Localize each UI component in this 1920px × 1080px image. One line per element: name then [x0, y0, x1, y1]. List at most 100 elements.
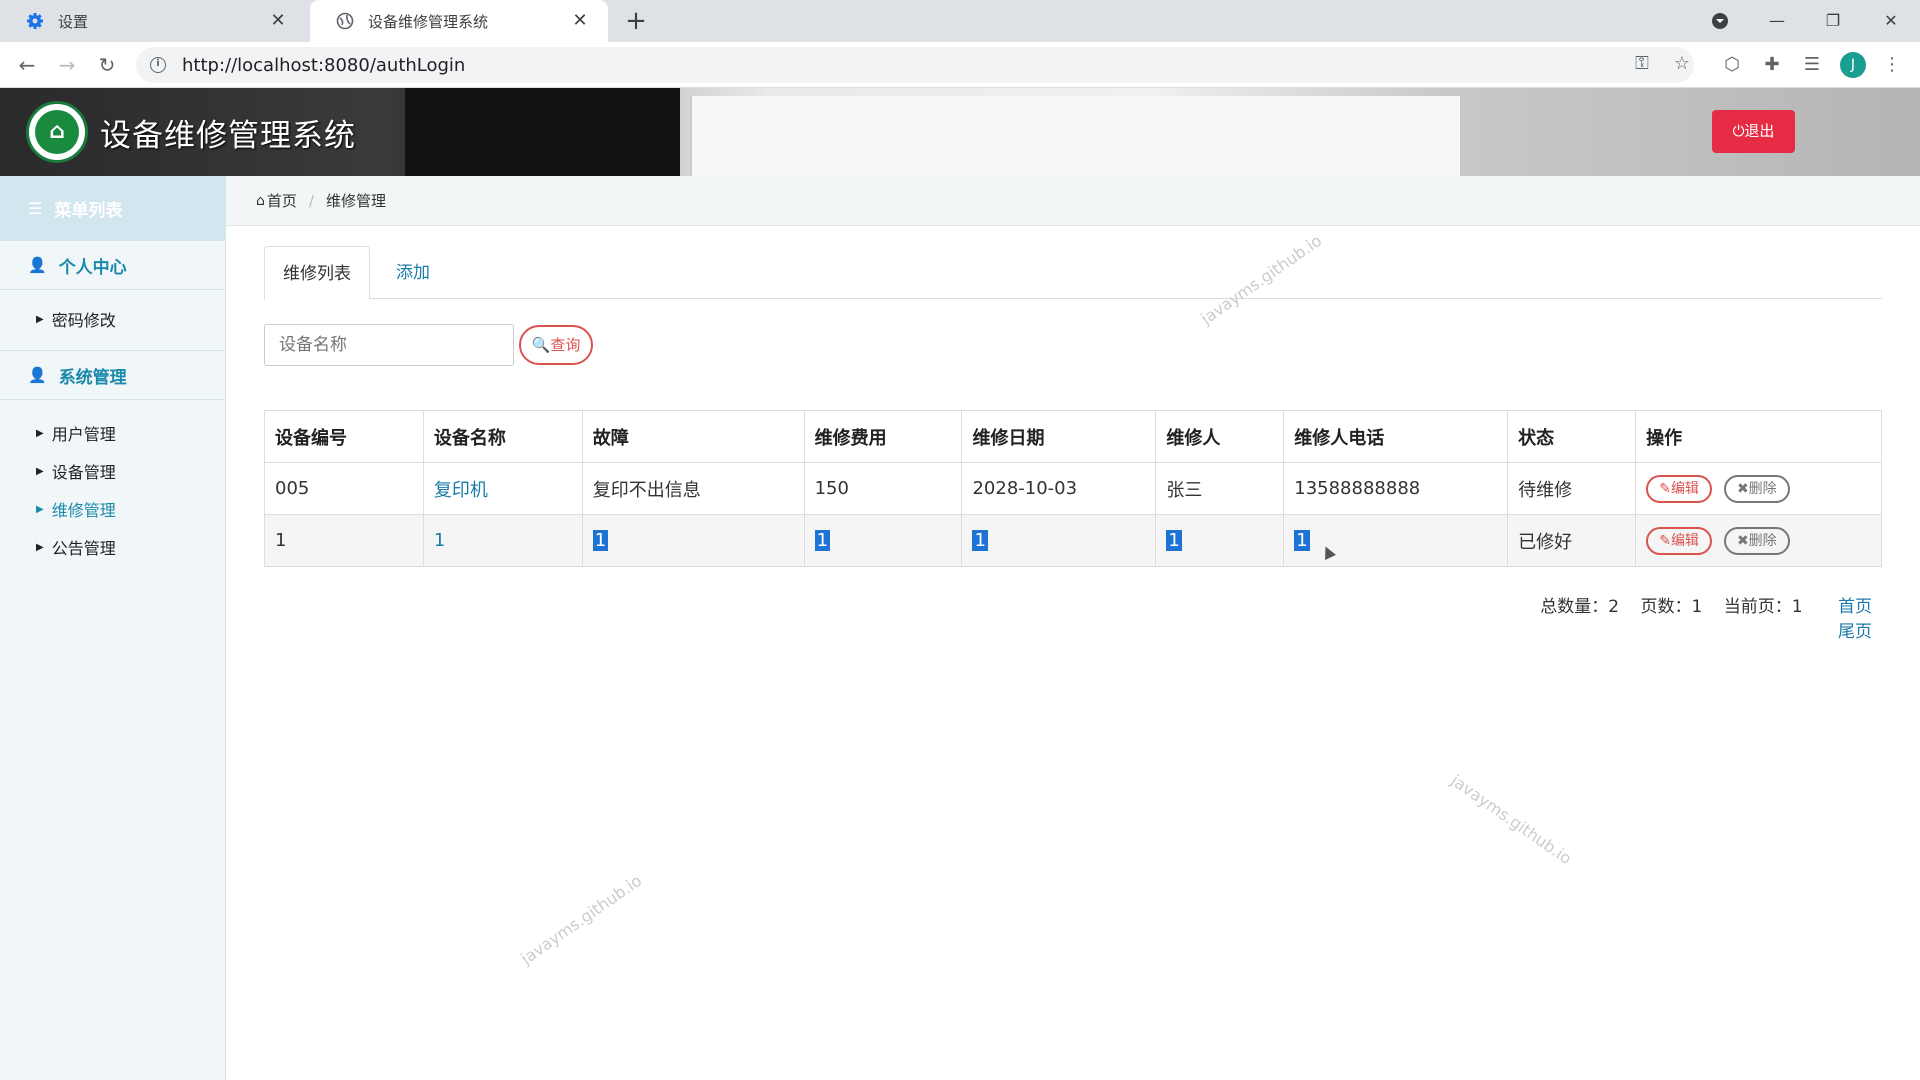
- globe-icon: [336, 12, 354, 30]
- sidebar-group-label: 个人中心: [58, 257, 127, 278]
- table-row: 1 1 1 1 1 1 1 已修好 ✎编辑 ✖删除: [264, 514, 1882, 567]
- column-header: 操作: [1635, 410, 1882, 463]
- caret-right-icon: ▶: [36, 427, 44, 439]
- new-tab-button[interactable]: +: [622, 8, 650, 36]
- page-title: 设备维修管理系统: [100, 118, 356, 154]
- pager-current: 当前页：1: [1723, 597, 1803, 617]
- tab-add[interactable]: 添加: [378, 246, 448, 300]
- browser-tab-settings[interactable]: 设置 ✕: [0, 0, 306, 42]
- edit-button[interactable]: ✎编辑: [1646, 526, 1713, 555]
- app-header: ⌂ 设备维修管理系统 ⏻退出: [0, 88, 1920, 176]
- search-icon: 🔍: [531, 336, 551, 354]
- cell-actions: ✎编辑 ✖删除: [1635, 462, 1882, 515]
- chevron-down-icon[interactable]: [1705, 6, 1735, 36]
- column-header: 设备编号: [264, 410, 424, 463]
- sidebar-group-system[interactable]: 👤 系统管理: [0, 350, 225, 400]
- sidebar-group-label: 系统管理: [58, 367, 127, 388]
- column-header: 维修费用: [803, 410, 963, 463]
- pagination: 总数量：2 页数：1 当前页：1 首页 尾页: [1500, 592, 1872, 642]
- extension-icon[interactable]: ⬡: [1718, 51, 1746, 79]
- logout-button[interactable]: ⏻退出: [1712, 110, 1795, 153]
- star-icon[interactable]: ☆: [1668, 50, 1696, 78]
- sidebar-item-label: 维修管理: [51, 501, 116, 520]
- pager-first-link[interactable]: 首页: [1838, 597, 1872, 617]
- sidebar-group-personal[interactable]: 👤 个人中心: [0, 240, 225, 290]
- column-header: 故障: [581, 410, 805, 463]
- sidebar-item-users[interactable]: ▶ 用户管理: [0, 414, 225, 452]
- caret-right-icon: ▶: [36, 465, 44, 477]
- browser-tab-title: 设置: [58, 12, 89, 31]
- url-text[interactable]: http://localhost:8080/authLogin: [182, 55, 465, 76]
- tab-repair-list[interactable]: 维修列表: [264, 246, 370, 300]
- selected-text: 1: [1294, 530, 1310, 551]
- sidebar-item-label: 设备管理: [51, 463, 116, 482]
- device-name-link[interactable]: 1: [434, 530, 445, 551]
- cell-status: 待维修: [1507, 462, 1637, 515]
- cell-date: 1: [961, 514, 1157, 567]
- column-header: 状态: [1507, 410, 1637, 463]
- reload-icon[interactable]: ↻: [92, 50, 122, 80]
- search-button-label: 查询: [550, 336, 581, 354]
- caret-right-icon: ▶: [36, 541, 44, 553]
- browser-tab-app[interactable]: 设备维修管理系统 ✕: [310, 0, 608, 42]
- browser-tab-bar: 设置 ✕ 设备维修管理系统 ✕ + — ❐ ✕: [0, 0, 1920, 42]
- browser-tab-title: 设备维修管理系统: [368, 12, 489, 31]
- gear-icon: [26, 12, 44, 30]
- avatar[interactable]: J: [1840, 52, 1866, 78]
- column-header: 维修人: [1155, 410, 1285, 463]
- close-icon[interactable]: ✕: [268, 11, 288, 31]
- edit-label: 编辑: [1670, 480, 1699, 497]
- device-name-search-input[interactable]: [264, 324, 514, 366]
- table-header-row: 设备编号 设备名称 故障 维修费用 维修日期 维修人 维修人电话 状态 操作: [264, 410, 1882, 463]
- pager-total: 总数量：2: [1540, 597, 1620, 617]
- info-icon[interactable]: i: [150, 57, 166, 73]
- delete-button[interactable]: ✖删除: [1723, 474, 1790, 503]
- media-icon[interactable]: ☰: [1798, 51, 1826, 79]
- cell-date: 2028-10-03: [961, 462, 1157, 515]
- breadcrumb-home[interactable]: 首页: [267, 190, 297, 211]
- search-button[interactable]: 🔍查询: [519, 325, 593, 365]
- pencil-icon: ✎: [1659, 480, 1671, 497]
- back-icon[interactable]: ←: [12, 50, 42, 80]
- pager-last-link[interactable]: 尾页: [1838, 622, 1872, 642]
- cell-cost: 150: [803, 462, 963, 515]
- puzzle-icon[interactable]: ✚: [1758, 51, 1786, 79]
- sidebar-item-password[interactable]: ▶ 密码修改: [0, 300, 225, 338]
- device-name-link[interactable]: 复印机: [434, 480, 488, 501]
- list-icon: ☰: [28, 198, 43, 218]
- sidebar: ☰ 菜单列表 👤 个人中心 ▶ 密码修改 👤 系统管理 ▶ 用户管理 ▶ 设备管…: [0, 176, 226, 1080]
- sidebar-item-label: 用户管理: [51, 425, 116, 444]
- menu-icon[interactable]: ⋮: [1878, 51, 1906, 79]
- table-row: 005 复印机 复印不出信息 150 2028-10-03 张三 1358888…: [264, 462, 1882, 515]
- logo-icon: ⌂: [26, 101, 88, 163]
- delete-button[interactable]: ✖删除: [1723, 526, 1790, 555]
- forward-icon[interactable]: →: [52, 50, 82, 80]
- selected-text: 1: [592, 530, 609, 551]
- content-tabs: 维修列表 添加: [264, 246, 1882, 300]
- sidebar-item-notices[interactable]: ▶ 公告管理: [0, 528, 225, 566]
- breadcrumb: ⌂ 首页 / 维修管理: [226, 176, 1920, 226]
- home-icon: ⌂: [256, 192, 265, 209]
- edit-button[interactable]: ✎编辑: [1646, 474, 1713, 503]
- key-icon[interactable]: ⚿: [1628, 50, 1656, 78]
- cell-person: 张三: [1155, 462, 1285, 515]
- sidebar-item-devices[interactable]: ▶ 设备管理: [0, 452, 225, 490]
- column-header: 设备名称: [422, 410, 583, 463]
- sidebar-item-repairs[interactable]: ▶ 维修管理: [0, 490, 225, 528]
- selected-text: 1: [972, 530, 988, 551]
- cell-code: 1: [264, 514, 424, 567]
- banner-decoration: [690, 96, 1460, 176]
- column-header: 维修人电话: [1283, 410, 1509, 463]
- repair-table: 设备编号 设备名称 故障 维修费用 维修日期 维修人 维修人电话 状态 操作 0…: [264, 410, 1882, 567]
- minimize-icon[interactable]: —: [1762, 6, 1792, 36]
- cell-cost: 1: [803, 514, 963, 567]
- close-icon: ✖: [1736, 480, 1749, 497]
- cell-name: 1: [422, 514, 583, 567]
- user-icon: 👤: [28, 366, 47, 384]
- selected-text: 1: [814, 530, 831, 551]
- restore-icon[interactable]: ❐: [1818, 6, 1848, 36]
- cell-actions: ✎编辑 ✖删除: [1635, 514, 1882, 567]
- url-omnibox[interactable]: i http://localhost:8080/authLogin: [136, 47, 1694, 83]
- close-icon[interactable]: ✕: [570, 11, 590, 31]
- close-window-icon[interactable]: ✕: [1876, 6, 1906, 36]
